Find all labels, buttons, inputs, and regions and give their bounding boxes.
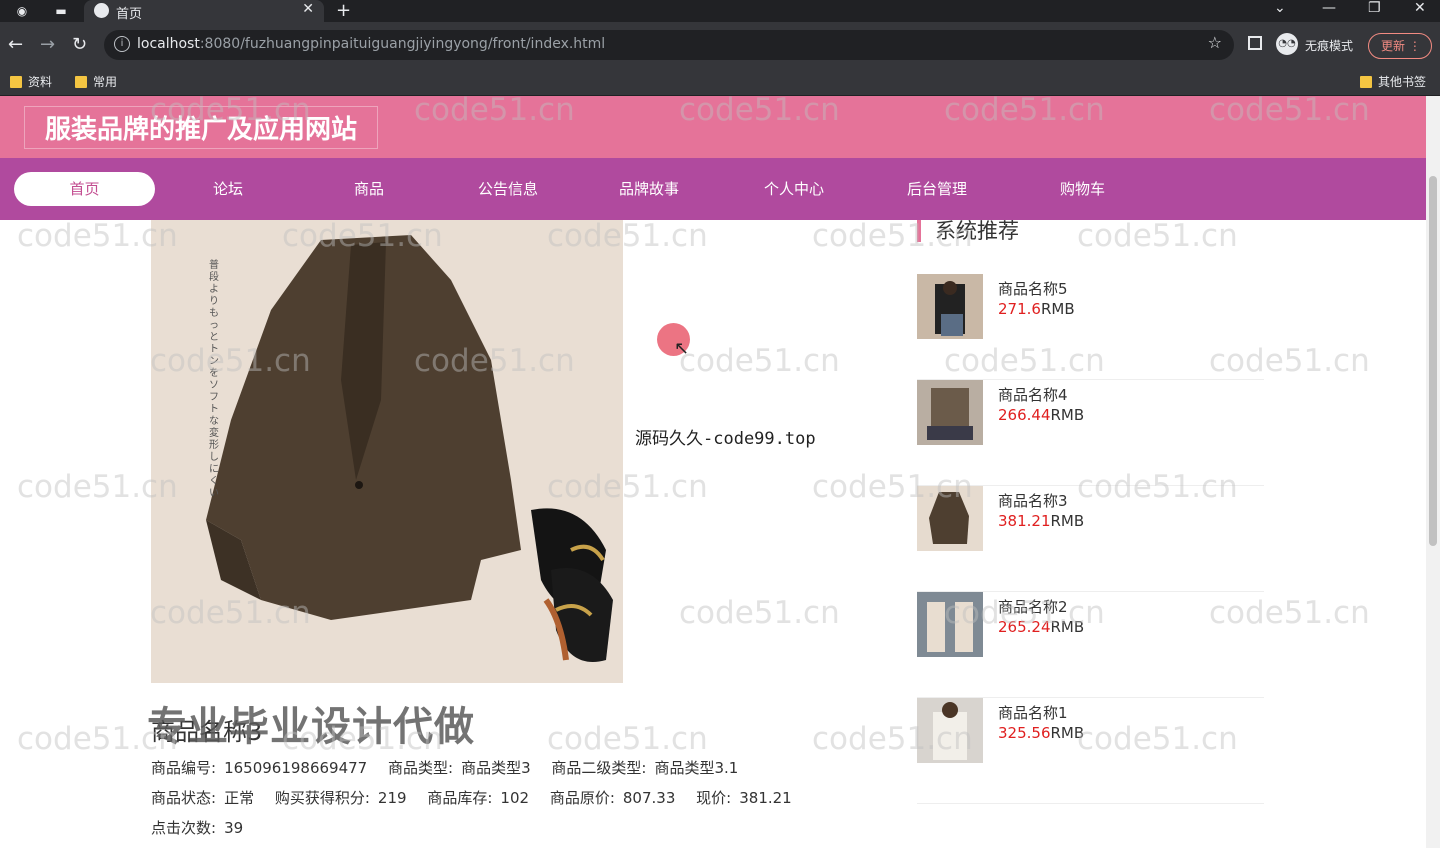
other-bookmarks[interactable]: 其他书签 [1360, 73, 1426, 90]
watermark: code51.cn [679, 343, 840, 379]
browser-tab-bar: ◉ ▬ 首页 ✕ + ⌄ — ❐ ✕ [0, 0, 1440, 22]
watermark: code51.cn [679, 595, 840, 631]
recommend-item[interactable]: 商品名称4 266.44RMB [917, 380, 1264, 486]
folder-icon [10, 75, 22, 88]
product-info-line-3: 点击次数: 39 [151, 819, 244, 837]
address-bar[interactable]: i localhost:8080/fuzhuangpinpaituiguangj… [104, 30, 1234, 60]
recommend-thumbnail[interactable] [917, 592, 983, 657]
recommend-thumbnail[interactable] [917, 698, 983, 763]
update-button[interactable]: 更新 ⋮ [1368, 33, 1432, 59]
close-window-icon[interactable]: ✕ [1414, 0, 1426, 16]
tab-search-icon[interactable]: ▬ [53, 3, 69, 19]
side-panel-icon[interactable] [1248, 36, 1262, 50]
recommend-name[interactable]: 商品名称2 [998, 596, 1068, 617]
recommend-price: 325.56RMB [998, 724, 1085, 742]
minimize-icon[interactable]: — [1322, 0, 1336, 16]
promo-text: 源码久久-code99.top [635, 429, 816, 449]
forward-icon[interactable]: → [40, 34, 55, 55]
bookmark-star-icon[interactable]: ☆ [1208, 33, 1222, 52]
bookmark-folder-1[interactable]: 资料 [10, 73, 52, 90]
recommend-price: 271.6RMB [998, 300, 1075, 318]
nav-item-products[interactable]: 商品 [354, 178, 384, 199]
browser-tab-active[interactable]: 首页 ✕ [84, 0, 324, 22]
product-image: 普段よりもっとトンをソフトな変形しにくい [151, 220, 623, 683]
restore-icon[interactable]: ❐ [1368, 0, 1381, 16]
tab-list-chevron-icon[interactable]: ⌄ [1274, 0, 1286, 16]
new-tab-button[interactable]: + [336, 0, 351, 21]
site-header: 服装品牌的推广及应用网站 [0, 96, 1426, 158]
scrollbar-thumb[interactable] [1429, 176, 1437, 546]
product-info-line-1: 商品编号: 165096198669477 商品类型: 商品类型3 商品二级类型: 商… [151, 759, 739, 777]
site-info-icon[interactable]: i [114, 36, 130, 52]
recommend-item[interactable]: 商品名称3 381.21RMB [917, 486, 1264, 592]
watermark: code51.cn [547, 721, 708, 757]
back-icon[interactable]: ← [8, 34, 23, 55]
bookmarks-bar: 资料 常用 其他书签 [0, 68, 1440, 96]
nav-item-home[interactable]: 首页 [14, 172, 155, 206]
site-title: 服装品牌的推广及应用网站 [24, 106, 379, 149]
recommend-item[interactable]: 商品名称5 271.6RMB [917, 274, 1264, 380]
watermark: code51.cn [1077, 218, 1238, 254]
recommend-item[interactable]: 商品名称1 325.56RMB [917, 698, 1264, 804]
nav-item-profile[interactable]: 个人中心 [764, 178, 824, 199]
recommend-name[interactable]: 商品名称3 [998, 490, 1068, 511]
recommend-item[interactable]: 商品名称2 265.24RMB [917, 592, 1264, 698]
reload-icon[interactable]: ↻ [72, 34, 87, 55]
recommend-name[interactable]: 商品名称4 [998, 384, 1068, 405]
main-nav: 首页 论坛 商品 公告信息 品牌故事 个人中心 后台管理 购物车 [0, 158, 1426, 220]
nav-item-admin[interactable]: 后台管理 [907, 178, 967, 199]
nav-item-forum[interactable]: 论坛 [213, 178, 243, 199]
page-scrollbar[interactable] [1426, 96, 1440, 848]
folder-icon [1360, 75, 1372, 88]
tab-close-icon[interactable]: ✕ [302, 1, 314, 17]
mouse-cursor-icon: ↖ [674, 338, 690, 359]
product-image-caption: 普段よりもっとトンをソフトな変形しにくい [209, 260, 219, 499]
nav-item-brand-story[interactable]: 品牌故事 [619, 178, 679, 199]
nav-item-cart[interactable]: 购物车 [1060, 178, 1105, 199]
bookmark-folder-2[interactable]: 常用 [75, 73, 117, 90]
product-info-line-2: 商品状态: 正常 购买获得积分: 219 商品库存: 102 商品原价: 807.33 … [151, 789, 792, 807]
recommend-price: 381.21RMB [998, 512, 1085, 530]
browser-profile-icon[interactable]: ◉ [14, 3, 30, 19]
globe-icon [94, 3, 109, 18]
recommend-price: 266.44RMB [998, 406, 1085, 424]
recommend-price: 265.24RMB [998, 618, 1085, 636]
overlay-banner: 专业毕业设计代做 [147, 704, 475, 750]
recommend-name[interactable]: 商品名称1 [998, 702, 1068, 723]
incognito-label: 无痕模式 [1305, 39, 1354, 53]
recommend-title: 系统推荐 [917, 220, 1019, 242]
browser-toolbar: ← → ↻ i localhost:8080/fuzhuangpinpaitui… [0, 22, 1440, 68]
folder-icon [75, 75, 87, 88]
url-text[interactable]: localhost:8080/fuzhuangpinpaituiguangjiy… [137, 36, 605, 52]
recommend-thumbnail[interactable] [917, 486, 983, 551]
nav-item-notices[interactable]: 公告信息 [478, 178, 538, 199]
recommend-name[interactable]: 商品名称5 [998, 278, 1068, 299]
recommend-thumbnail[interactable] [917, 274, 983, 339]
incognito-icon: ◔◔ [1276, 33, 1298, 55]
tab-title: 首页 [116, 7, 143, 22]
recommend-thumbnail[interactable] [917, 380, 983, 445]
